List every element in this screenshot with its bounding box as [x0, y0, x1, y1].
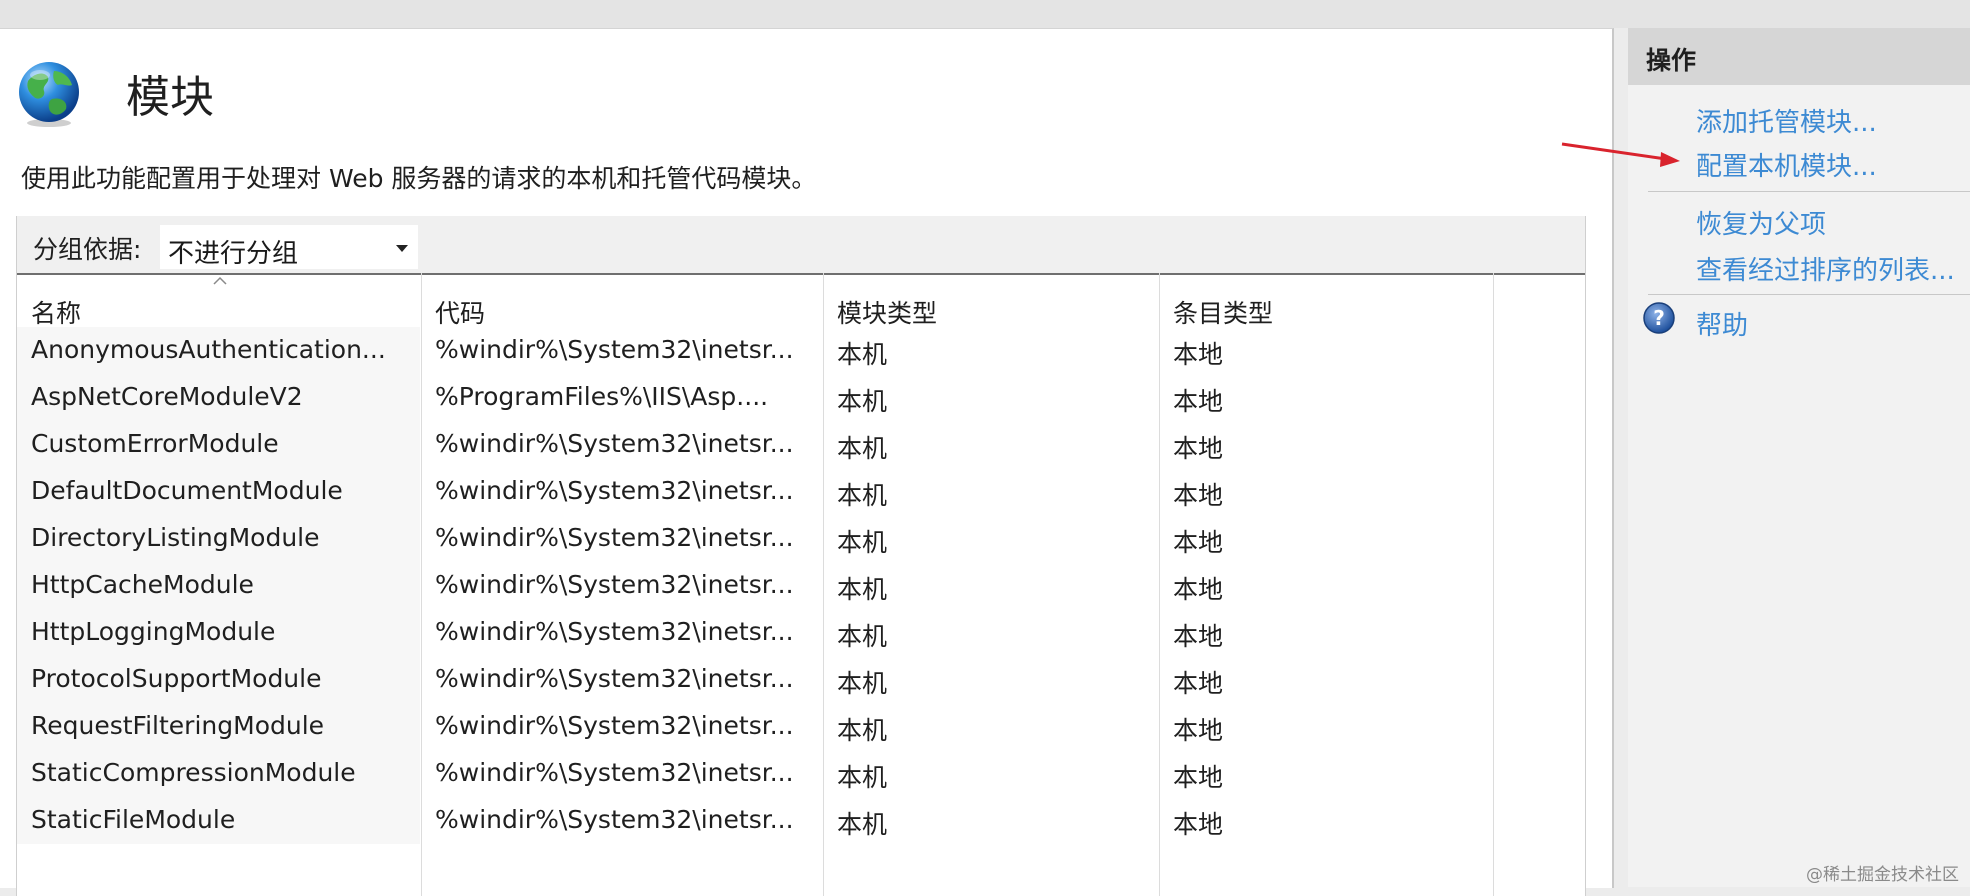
table-row[interactable]: StaticCompressionModule %windir%\System3… — [17, 750, 1585, 797]
cell-module-type: 本机 — [837, 481, 888, 510]
view-ordered-list-link[interactable]: 查看经过排序的列表... — [1696, 250, 1955, 287]
cell-code: %windir%\System32\inetsr... — [435, 805, 794, 834]
table-row[interactable]: StaticFileModule %windir%\System32\inets… — [17, 797, 1585, 844]
cell-module-type: 本机 — [837, 763, 888, 792]
cell-name: HttpCacheModule — [31, 570, 254, 599]
cell-name: DirectoryListingModule — [31, 523, 320, 552]
group-by-dropdown[interactable]: 不进行分组 — [160, 225, 418, 269]
column-header-name[interactable]: 名称 — [31, 294, 81, 330]
cell-module-type: 本机 — [837, 810, 888, 839]
cell-entry-type: 本地 — [1173, 716, 1224, 745]
cell-entry-type: 本地 — [1173, 387, 1224, 416]
column-header-entry-type[interactable]: 条目类型 — [1173, 294, 1273, 330]
help-link[interactable]: 帮助 — [1696, 305, 1748, 342]
modules-panel: 模块 使用此功能配置用于处理对 Web 服务器的请求的本机和托管代码模块。 分组… — [0, 28, 1614, 896]
cell-code: %windir%\System32\inetsr... — [435, 523, 794, 552]
cell-module-type: 本机 — [837, 340, 888, 369]
cell-code: %windir%\System32\inetsr... — [435, 570, 794, 599]
top-strip — [0, 0, 1970, 28]
sort-ascending-icon — [213, 276, 227, 285]
table-row[interactable]: ProtocolSupportModule %windir%\System32\… — [17, 656, 1585, 703]
page-description: 使用此功能配置用于处理对 Web 服务器的请求的本机和托管代码模块。 — [21, 164, 817, 193]
cell-name: HttpLoggingModule — [31, 617, 276, 646]
cell-code: %windir%\System32\inetsr... — [435, 758, 794, 787]
cell-code: %windir%\System32\inetsr... — [435, 429, 794, 458]
table-row[interactable]: HttpCacheModule %windir%\System32\inetsr… — [17, 562, 1585, 609]
cell-name: CustomErrorModule — [31, 429, 279, 458]
actions-title: 操作 — [1646, 46, 1697, 75]
revert-to-parent-link[interactable]: 恢复为父项 — [1696, 204, 1826, 241]
group-by-value: 不进行分组 — [168, 239, 299, 269]
cell-name: StaticFileModule — [31, 805, 236, 834]
group-by-label: 分组依据: — [33, 235, 142, 264]
column-header-module-type[interactable]: 模块类型 — [837, 294, 937, 330]
cell-module-type: 本机 — [837, 716, 888, 745]
cell-module-type: 本机 — [837, 434, 888, 463]
divider — [1648, 294, 1970, 295]
cell-name: AnonymousAuthentication... — [31, 335, 386, 364]
table-row[interactable]: HttpLoggingModule %windir%\System32\inet… — [17, 609, 1585, 656]
cell-entry-type: 本地 — [1173, 763, 1224, 792]
cell-code: %windir%\System32\inetsr... — [435, 711, 794, 740]
table-row[interactable]: AspNetCoreModuleV2 %ProgramFiles%\IIS\As… — [17, 374, 1585, 421]
cell-module-type: 本机 — [837, 387, 888, 416]
modules-list: 分组依据: 不进行分组 名称 代码 模块类型 条目类型 AnonymousAut… — [16, 216, 1586, 896]
cell-module-type: 本机 — [837, 528, 888, 557]
cell-name: DefaultDocumentModule — [31, 476, 343, 505]
cell-entry-type: 本地 — [1173, 575, 1224, 604]
cell-name: AspNetCoreModuleV2 — [31, 382, 303, 411]
globe-icon — [19, 62, 79, 127]
add-managed-module-link[interactable]: 添加托管模块... — [1696, 102, 1877, 139]
column-header-code[interactable]: 代码 — [435, 294, 485, 330]
cell-module-type: 本机 — [837, 622, 888, 651]
cell-entry-type: 本地 — [1173, 810, 1224, 839]
group-by-bar: 分组依据: 不进行分组 — [17, 216, 1585, 275]
table-row[interactable]: CustomErrorModule %windir%\System32\inet… — [17, 421, 1585, 468]
help-icon: ? — [1643, 302, 1675, 334]
cell-entry-type: 本地 — [1173, 669, 1224, 698]
cell-entry-type: 本地 — [1173, 622, 1224, 651]
cell-name: RequestFilteringModule — [31, 711, 325, 740]
cell-module-type: 本机 — [837, 575, 888, 604]
cell-code: %windir%\System32\inetsr... — [435, 335, 794, 364]
cell-code: %windir%\System32\inetsr... — [435, 476, 794, 505]
page-title: 模块 — [126, 72, 214, 123]
cell-name: ProtocolSupportModule — [31, 664, 322, 693]
table-row[interactable]: AnonymousAuthentication... %windir%\Syst… — [17, 327, 1585, 374]
table-row[interactable]: DirectoryListingModule %windir%\System32… — [17, 515, 1585, 562]
cell-module-type: 本机 — [837, 669, 888, 698]
actions-header: 操作 — [1628, 28, 1970, 85]
chevron-down-icon — [396, 245, 408, 252]
annotation-arrow-icon — [1561, 142, 1680, 167]
svg-text:?: ? — [1653, 306, 1665, 330]
table-row[interactable]: DefaultDocumentModule %windir%\System32\… — [17, 468, 1585, 515]
cell-code: %windir%\System32\inetsr... — [435, 664, 794, 693]
cell-entry-type: 本地 — [1173, 340, 1224, 369]
configure-native-module-link[interactable]: 配置本机模块... — [1696, 146, 1877, 183]
cell-entry-type: 本地 — [1173, 481, 1224, 510]
cell-code: %ProgramFiles%\IIS\Asp.... — [435, 382, 769, 411]
table-row[interactable]: RequestFilteringModule %windir%\System32… — [17, 703, 1585, 750]
divider — [1648, 191, 1970, 192]
cell-entry-type: 本地 — [1173, 434, 1224, 463]
cell-code: %windir%\System32\inetsr... — [435, 617, 794, 646]
cell-name: StaticCompressionModule — [31, 758, 356, 787]
watermark: @稀土掘金技术社区 — [1806, 865, 1959, 885]
cell-entry-type: 本地 — [1173, 528, 1224, 557]
